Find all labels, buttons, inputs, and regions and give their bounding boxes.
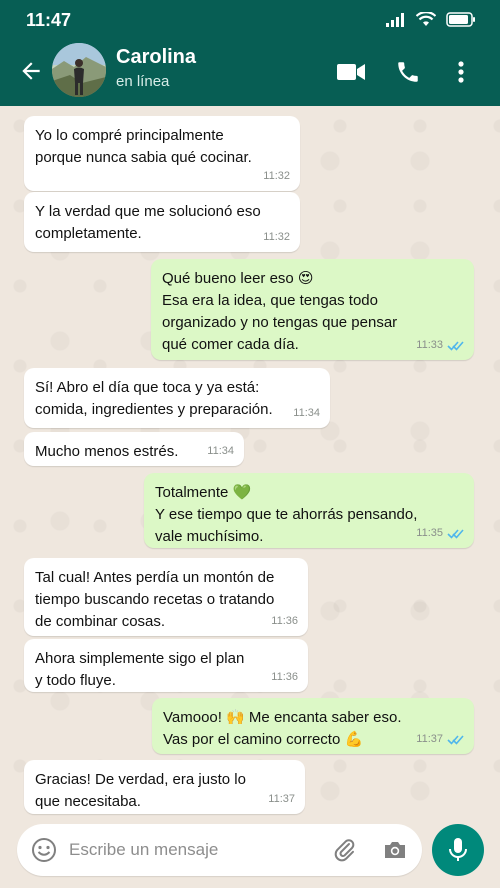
message-text: Ahora simplemente sigo el plan y todo fl… <box>35 650 245 689</box>
avatar-image <box>52 43 106 97</box>
emoji-icon[interactable] <box>31 837 57 863</box>
message-time: 11:37 <box>268 793 295 805</box>
mic-icon <box>449 838 467 861</box>
message-composer <box>17 824 422 876</box>
message-text: Mucho menos estrés. <box>35 443 179 460</box>
wifi-icon <box>416 12 436 26</box>
message-text: Gracias! De verdad, era justo lo que nec… <box>35 771 246 810</box>
mic-button[interactable] <box>432 824 484 876</box>
message-text: Yo lo compré principalmente porque nunca… <box>35 127 252 166</box>
message-time: 11:34 <box>207 445 234 457</box>
read-ticks-icon <box>447 340 464 351</box>
chat-area[interactable]: Yo lo compré principalmente porque nunca… <box>0 106 500 822</box>
message-meta: 11:34 <box>293 402 320 424</box>
message-incoming[interactable]: Tal cual! Antes perdía un montón de tiem… <box>24 558 308 636</box>
video-call-button[interactable] <box>336 58 366 86</box>
video-call-icon <box>337 64 365 80</box>
message-incoming[interactable]: Yo lo compré principalmente porque nunca… <box>24 116 300 191</box>
more-vert-icon <box>458 61 464 83</box>
message-meta: 11:37 <box>416 728 464 750</box>
message-incoming[interactable]: Gracias! De verdad, era justo lo que nec… <box>24 760 305 814</box>
chat-header: 11:47 Carolina en línea <box>0 0 500 106</box>
status-icons <box>386 12 476 27</box>
message-outgoing[interactable]: Vamooo! 🙌 Me encanta saber eso. Vas por … <box>152 698 474 754</box>
message-meta: 11:32 <box>263 165 290 187</box>
signal-icon <box>386 12 404 27</box>
status-bar: 11:47 <box>0 0 500 40</box>
message-meta: 11:33 <box>416 334 464 356</box>
read-ticks-icon <box>447 734 464 745</box>
message-incoming[interactable]: Y la verdad que me solucionó eso complet… <box>24 192 300 252</box>
more-options-button[interactable] <box>452 58 470 86</box>
message-text: Sí! Abro el día que toca y ya está: comi… <box>35 379 273 418</box>
avatar[interactable] <box>52 43 106 97</box>
message-meta: 11:34 <box>207 440 234 462</box>
contact-name[interactable]: Carolina <box>116 46 196 69</box>
read-ticks-icon <box>447 528 464 539</box>
message-meta: 11:37 <box>268 788 295 810</box>
camera-icon[interactable] <box>382 837 408 863</box>
message-time: 11:36 <box>271 671 298 683</box>
voice-call-button[interactable] <box>394 58 422 86</box>
battery-icon <box>446 12 475 27</box>
message-text: Y la verdad que me solucionó eso complet… <box>35 203 261 242</box>
message-time: 11:33 <box>416 339 443 351</box>
message-outgoing[interactable]: Totalmente 💚 Y ese tiempo que te ahorrás… <box>144 473 474 548</box>
message-meta: 11:35 <box>416 522 464 544</box>
message-incoming[interactable]: Sí! Abro el día que toca y ya está: comi… <box>24 368 330 428</box>
message-meta: 11:36 <box>271 610 298 632</box>
message-time: 11:37 <box>416 733 443 745</box>
composer <box>0 822 500 888</box>
message-time: 11:35 <box>416 527 443 539</box>
message-time: 11:36 <box>271 615 298 627</box>
message-time: 11:32 <box>263 170 290 182</box>
message-meta: 11:36 <box>271 666 298 688</box>
message-incoming[interactable]: Mucho menos estrés. 11:34 <box>24 432 244 466</box>
back-arrow-icon[interactable] <box>18 58 44 84</box>
message-meta: 11:32 <box>263 226 290 248</box>
message-text: Tal cual! Antes perdía un montón de tiem… <box>35 569 275 630</box>
paperclip-icon[interactable] <box>332 837 358 863</box>
message-input[interactable] <box>69 834 319 866</box>
message-outgoing[interactable]: Qué bueno leer eso 😍 Esa era la idea, qu… <box>151 259 474 360</box>
message-time: 11:34 <box>293 407 320 419</box>
status-time: 11:47 <box>26 10 72 30</box>
message-time: 11:32 <box>263 231 290 243</box>
contact-status: en línea <box>116 73 170 90</box>
message-incoming[interactable]: Ahora simplemente sigo el plan y todo fl… <box>24 639 308 692</box>
phone-icon <box>398 62 418 82</box>
